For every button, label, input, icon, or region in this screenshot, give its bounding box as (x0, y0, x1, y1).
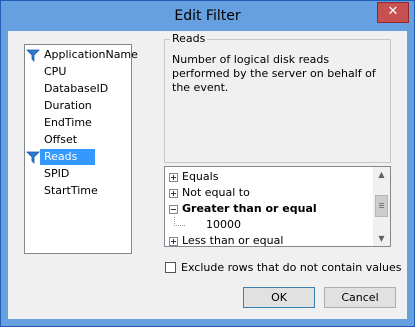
scroll-down-arrow[interactable]: ▼ (373, 231, 390, 246)
description-text: Number of logical disk reads performed b… (172, 53, 376, 94)
grip-icon (379, 203, 384, 204)
scroll-up-arrow[interactable]: ▲ (373, 167, 390, 182)
column-item-cpu[interactable]: CPU (25, 64, 131, 81)
tree-connector (174, 217, 185, 226)
column-item-applicationname[interactable]: ApplicationName (25, 47, 138, 64)
column-list[interactable]: ApplicationName CPU DatabaseID Duration … (24, 44, 138, 254)
window-title: Edit Filter (174, 8, 241, 24)
column-item-databaseid[interactable]: DatabaseID (25, 81, 131, 98)
column-label: ApplicationName (44, 48, 138, 61)
column-item-duration[interactable]: Duration (25, 98, 131, 115)
column-label: EndTime (44, 116, 92, 129)
funnel-icon (26, 49, 40, 62)
close-button[interactable]: ✕ (377, 2, 409, 23)
column-item-starttime[interactable]: StartTime (25, 183, 131, 200)
operator-label: Greater than or equal (182, 202, 317, 215)
vertical-scrollbar[interactable]: ▲ ▼ (373, 167, 390, 246)
close-icon: ✕ (387, 4, 399, 19)
expand-icon[interactable] (169, 189, 178, 198)
column-item-reads[interactable]: Reads (25, 149, 131, 166)
column-label: StartTime (44, 184, 98, 197)
column-item-endtime[interactable]: EndTime (25, 115, 131, 132)
operator-label: Not equal to (182, 186, 250, 199)
operator-value[interactable]: 10000 (206, 217, 241, 232)
column-label: CPU (44, 65, 67, 78)
edit-filter-dialog: Edit Filter ✕ ApplicationName CPU Databa… (0, 0, 415, 327)
exclude-rows-checkbox[interactable] (165, 262, 176, 273)
column-label: DatabaseID (44, 82, 109, 95)
description-group: Reads Number of logical disk reads perfo… (164, 32, 391, 163)
expand-icon[interactable] (169, 237, 178, 246)
exclude-rows-label[interactable]: Exclude rows that do not contain values (181, 261, 401, 274)
ok-button[interactable]: OK (243, 287, 315, 308)
column-label: Duration (44, 99, 92, 112)
operator-tree[interactable]: Equals Not equal to Greater than or equa… (164, 166, 391, 247)
scroll-thumb[interactable] (375, 195, 388, 217)
column-label: SPID (44, 167, 70, 180)
column-item-spid[interactable]: SPID (25, 166, 131, 183)
dialog-client-area: ApplicationName CPU DatabaseID Duration … (8, 31, 407, 319)
description-title: Reads (170, 32, 208, 45)
column-label: Reads (40, 149, 96, 165)
operator-label: Equals (182, 170, 219, 183)
expand-icon[interactable] (169, 173, 178, 182)
collapse-icon[interactable] (169, 205, 178, 214)
operator-label: Less than or equal (182, 234, 284, 247)
column-label: Offset (44, 133, 78, 146)
funnel-icon (26, 151, 40, 164)
column-item-offset[interactable]: Offset (25, 132, 131, 149)
title-bar[interactable]: Edit Filter ✕ (1, 1, 414, 31)
cancel-button[interactable]: Cancel (324, 287, 396, 308)
